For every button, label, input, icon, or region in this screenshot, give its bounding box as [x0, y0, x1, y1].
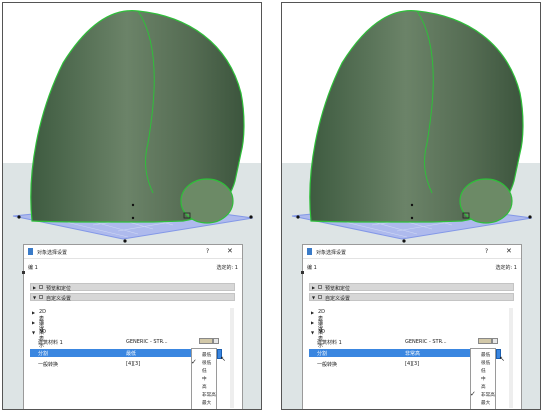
group-icon — [39, 285, 43, 289]
expand-arrow-icon: ▶ — [311, 320, 315, 325]
property-row-material[interactable]: 建筑材料 1 GENERIC - STR... — [309, 338, 501, 346]
dropdown-option[interactable]: 低 — [471, 367, 497, 374]
dropdown-option[interactable]: 中 — [471, 375, 497, 382]
group-label: 自定义设置 — [325, 296, 351, 302]
dropdown-option[interactable]: ✓ 非常高 — [470, 390, 497, 398]
dropdown-option[interactable]: 高 — [471, 383, 497, 390]
scrollbar[interactable] — [230, 308, 234, 408]
dropdown-option[interactable]: 低 — [192, 367, 218, 374]
hotspot[interactable] — [131, 216, 135, 220]
selection-row: 编 1 选定的: 1 — [28, 264, 238, 272]
group-label: 自定义设置 — [46, 296, 72, 302]
material-swatch[interactable] — [199, 338, 213, 344]
segmentation-dropdown-list[interactable]: 最低 很低 低 中 高 ✓ 非常高 最大 — [470, 348, 497, 409]
dropdown-option[interactable]: 最低 — [471, 351, 497, 358]
collapse-arrow-icon: ▼ — [33, 295, 37, 300]
elbow-opening — [459, 178, 513, 224]
collapse-arrow-icon: ▼ — [311, 330, 315, 335]
group-label: 预览和定位 — [325, 286, 351, 292]
property-value: [4][3] — [126, 361, 141, 367]
segmentation-dropdown-list[interactable]: 最低 ✓ 很低 低 中 高 非常高 最大 — [191, 348, 218, 409]
property-value: 最低 — [126, 351, 137, 357]
hotspot[interactable] — [410, 203, 414, 207]
dropdown-option[interactable]: 最大 — [471, 399, 497, 406]
property-key: 一般转换 — [38, 362, 59, 368]
property-value: GENERIC - STR... — [126, 339, 168, 345]
hotspot[interactable] — [410, 216, 414, 220]
selection-row: 编 1 选定的: 1 — [307, 264, 517, 272]
dialog-title-bar: 对象选择设置 ? ✕ — [303, 245, 521, 259]
hotspot[interactable] — [17, 215, 21, 219]
hotspot[interactable] — [131, 203, 135, 207]
help-icon[interactable]: ? — [206, 248, 209, 255]
selection-label: 编 1 — [28, 265, 38, 271]
dropdown-option[interactable]: 很低 — [471, 359, 497, 366]
collapse-arrow-icon: ▼ — [32, 330, 36, 335]
property-key: 建筑材料 1 — [317, 340, 342, 346]
property-key: 一般转换 — [317, 362, 338, 368]
property-value: 非常高 — [405, 351, 421, 357]
material-swatch[interactable] — [478, 338, 492, 344]
dropdown-option[interactable]: 最大 — [192, 399, 218, 406]
hotspot[interactable] — [249, 215, 253, 219]
material-picker-button[interactable] — [213, 338, 219, 344]
hotspot[interactable] — [296, 215, 300, 219]
viewport-panel-right: 对象选择设置 ? ✕ 编 1 选定的: 1 ▶ 预览和定位 ▼ 自定义设置 ▶ … — [281, 2, 541, 410]
expand-arrow-icon: ▶ — [311, 310, 315, 315]
check-icon: ✓ — [470, 390, 476, 398]
dialog-icon — [28, 248, 33, 255]
property-key: 分割 — [38, 351, 49, 357]
dropdown-option[interactable]: ✓ 很低 — [191, 358, 218, 366]
dialog-title: 对象选择设置 — [37, 250, 68, 256]
group-label: 预览和定位 — [46, 286, 72, 292]
group-icon — [318, 295, 322, 299]
pin-marker — [301, 271, 304, 274]
selected-count: 选定的: 1 — [216, 265, 238, 271]
close-icon[interactable]: ✕ — [506, 247, 512, 255]
expand-arrow-icon: ▶ — [32, 320, 36, 325]
expand-arrow-icon: ▶ — [312, 285, 316, 290]
elbow-opening — [180, 178, 234, 224]
cursor-icon: ↖ — [499, 355, 505, 363]
dropdown-option[interactable]: 中 — [192, 375, 218, 382]
check-icon: ✓ — [191, 358, 197, 366]
property-value: GENERIC - STR... — [405, 339, 447, 345]
object-settings-dialog: 对象选择设置 ? ✕ 编 1 选定的: 1 ▶ 预览和定位 ▼ 自定义设置 ▶ … — [301, 244, 522, 409]
group-custom-settings[interactable]: ▼ 自定义设置 — [30, 293, 235, 302]
material-picker-button[interactable] — [492, 338, 498, 344]
dialog-title: 对象选择设置 — [316, 250, 347, 256]
expand-arrow-icon: ▶ — [33, 285, 37, 290]
group-icon — [39, 295, 43, 299]
close-icon[interactable]: ✕ — [227, 247, 233, 255]
selected-count: 选定的: 1 — [495, 265, 517, 271]
selection-label: 编 1 — [307, 265, 317, 271]
group-preview-positioning[interactable]: ▶ 预览和定位 — [30, 283, 235, 292]
dropdown-option[interactable]: 最低 — [192, 351, 218, 358]
dropdown-option[interactable]: 非常高 — [192, 391, 218, 398]
cursor-icon: ↖ — [220, 355, 226, 363]
dialog-title-bar: 对象选择设置 ? ✕ — [24, 245, 242, 259]
expand-arrow-icon: ▶ — [32, 310, 36, 315]
dialog-icon — [307, 248, 312, 255]
help-icon[interactable]: ? — [485, 248, 488, 255]
object-settings-dialog: 对象选择设置 ? ✕ 编 1 选定的: 1 ▶ 预览和定位 ▼ 自定义设置 ▶ … — [22, 244, 243, 409]
group-custom-settings[interactable]: ▼ 自定义设置 — [309, 293, 514, 302]
collapse-arrow-icon: ▼ — [312, 295, 316, 300]
group-icon — [318, 285, 322, 289]
property-key: 分割 — [317, 351, 328, 357]
hotspot[interactable] — [528, 215, 532, 219]
property-value: [4][3] — [405, 361, 420, 367]
pin-marker — [22, 271, 25, 274]
hotspot[interactable] — [402, 239, 406, 243]
viewport-panel-left: 对象选择设置 ? ✕ 编 1 选定的: 1 ▶ 预览和定位 ▼ 自定义设置 ▶ … — [2, 2, 262, 410]
dropdown-option[interactable]: 高 — [192, 383, 218, 390]
group-preview-positioning[interactable]: ▶ 预览和定位 — [309, 283, 514, 292]
property-key: 建筑材料 1 — [38, 340, 63, 346]
hotspot[interactable] — [123, 239, 127, 243]
property-row-material[interactable]: 建筑材料 1 GENERIC - STR... — [30, 338, 222, 346]
scrollbar[interactable] — [509, 308, 513, 408]
